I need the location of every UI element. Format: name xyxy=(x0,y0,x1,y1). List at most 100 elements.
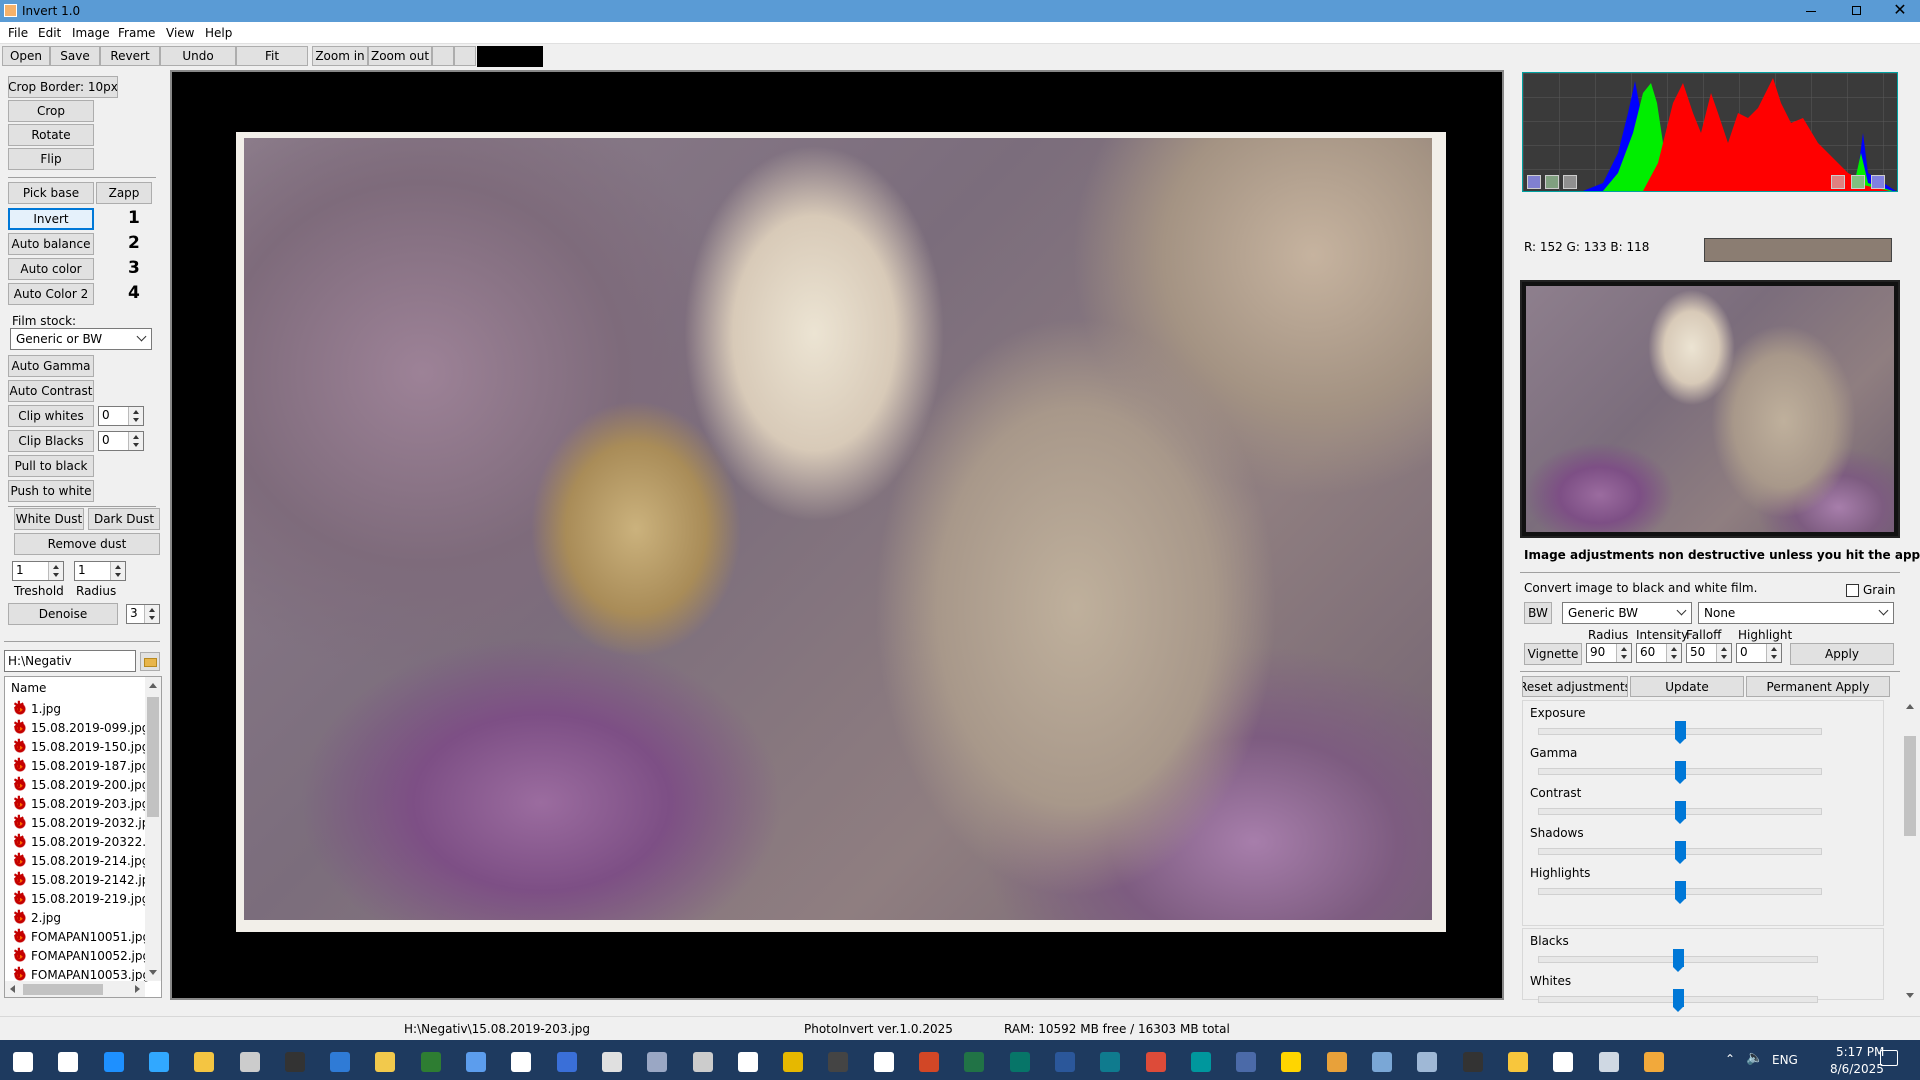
zapp-button[interactable]: Zapp xyxy=(96,182,152,204)
spinner-arrows-icon[interactable] xyxy=(110,562,125,580)
language-indicator[interactable]: ENG xyxy=(1772,1053,1798,1067)
denoise-button[interactable]: Denoise xyxy=(8,603,118,625)
photoshop-icon[interactable] xyxy=(144,1047,174,1077)
app-icon[interactable] xyxy=(1412,1047,1442,1077)
vignette-highlight-spinner[interactable]: 0 xyxy=(1736,643,1782,663)
path-input[interactable]: H:\Negativ xyxy=(4,650,136,672)
publisher-icon[interactable] xyxy=(1005,1047,1035,1077)
task-view-icon[interactable] xyxy=(53,1047,83,1077)
app-icon[interactable] xyxy=(869,1047,899,1077)
app-icon[interactable] xyxy=(1367,1047,1397,1077)
list-item[interactable]: FOMAPAN10052.jpg xyxy=(13,946,150,965)
scroll-right-icon[interactable] xyxy=(135,985,140,993)
list-item[interactable]: 15.08.2019-200.jpg xyxy=(13,775,149,794)
histogram-toggle[interactable] xyxy=(1831,175,1845,189)
excel-icon[interactable] xyxy=(959,1047,989,1077)
db-icon[interactable] xyxy=(1458,1047,1488,1077)
clock-date[interactable]: 8/6/2025 xyxy=(1830,1062,1884,1076)
clip-blacks-spinner[interactable]: 0 xyxy=(98,431,144,451)
app-icon[interactable] xyxy=(778,1047,808,1077)
list-item[interactable]: 15.08.2019-219.jpg xyxy=(13,889,149,908)
scroll-left-icon[interactable] xyxy=(10,985,15,993)
open-button[interactable]: Open xyxy=(2,46,50,66)
crop-button[interactable]: Crop xyxy=(8,100,94,122)
list-item[interactable]: 15.08.2019-099.jpg xyxy=(13,718,149,737)
reset-adjustments-button[interactable]: Reset adjustments xyxy=(1522,676,1628,697)
app-icon[interactable] xyxy=(325,1047,355,1077)
scroll-up-icon[interactable] xyxy=(1906,704,1914,709)
slider-thumb[interactable] xyxy=(1675,761,1686,784)
powershell-icon[interactable] xyxy=(552,1047,582,1077)
scroll-up-icon[interactable] xyxy=(149,683,157,688)
auto-balance-button[interactable]: Auto balance xyxy=(8,233,94,255)
browse-folder-button[interactable] xyxy=(140,652,160,671)
slider-thumb[interactable] xyxy=(1675,881,1686,904)
list-header-name[interactable]: Name xyxy=(11,681,46,695)
clip-whites-button[interactable]: Clip whites xyxy=(8,405,94,427)
scrollbar-thumb[interactable] xyxy=(1904,736,1916,836)
spinner-arrows-icon[interactable] xyxy=(1766,644,1781,662)
close-button[interactable]: ✕ xyxy=(1880,0,1920,22)
list-item[interactable]: 15.08.2019-214.jpg xyxy=(13,851,149,870)
vignette-radius-spinner[interactable]: 90 xyxy=(1586,643,1632,663)
scroll-down-icon[interactable] xyxy=(1906,993,1914,998)
list-item[interactable]: 15.08.2019-187.jpg xyxy=(13,756,149,775)
terminal-icon[interactable] xyxy=(280,1047,310,1077)
app-icon[interactable] xyxy=(370,1047,400,1077)
histogram-toggle[interactable] xyxy=(1563,175,1577,189)
permanent-apply-button[interactable]: Permanent Apply xyxy=(1746,676,1890,697)
folder-icon[interactable] xyxy=(1503,1047,1533,1077)
list-item[interactable]: 15.08.2019-203.jpg xyxy=(13,794,149,813)
film-stock-select[interactable]: Generic or BW xyxy=(10,328,152,350)
spinner-arrows-icon[interactable] xyxy=(1616,644,1631,662)
grain-checkbox[interactable] xyxy=(1846,584,1859,597)
image-canvas[interactable] xyxy=(170,70,1504,1000)
histogram-toggle[interactable] xyxy=(1871,175,1885,189)
restore-button[interactable] xyxy=(1834,0,1880,22)
slider-thumb[interactable] xyxy=(1675,841,1686,864)
fit-button[interactable]: Fit xyxy=(236,46,308,66)
menu-file[interactable]: File xyxy=(8,26,28,40)
chrome-icon[interactable] xyxy=(1141,1047,1171,1077)
pull-to-black-button[interactable]: Pull to black xyxy=(8,455,94,477)
pick-base-button[interactable]: Pick base xyxy=(8,182,94,204)
menu-image[interactable]: Image xyxy=(72,26,110,40)
slider-thumb[interactable] xyxy=(1675,801,1686,824)
rotate-button[interactable]: Rotate xyxy=(8,124,94,146)
dbf-icon[interactable] xyxy=(1231,1047,1261,1077)
toolbar-blank-button[interactable] xyxy=(432,46,454,66)
list-item[interactable]: 15.08.2019-20322.jpg xyxy=(13,832,161,851)
app-icon[interactable] xyxy=(642,1047,672,1077)
spinner-arrows-icon[interactable] xyxy=(1666,644,1681,662)
bw-button[interactable]: BW xyxy=(1524,602,1552,624)
auto-color-2-button[interactable]: Auto Color 2 xyxy=(8,283,94,305)
tray-chevron-icon[interactable]: ⌃ xyxy=(1725,1052,1737,1066)
warning-icon[interactable] xyxy=(1276,1047,1306,1077)
spinner-arrows-icon[interactable] xyxy=(1716,644,1731,662)
vignette-intensity-spinner[interactable]: 60 xyxy=(1636,643,1682,663)
powerpoint-icon[interactable] xyxy=(914,1047,944,1077)
zoom-out-button[interactable]: Zoom out xyxy=(368,46,432,66)
color-swatch[interactable] xyxy=(477,46,543,67)
app-icon[interactable] xyxy=(1322,1047,1352,1077)
undo-button[interactable]: Undo xyxy=(160,46,236,66)
slider-thumb[interactable] xyxy=(1673,949,1684,972)
menu-help[interactable]: Help xyxy=(205,26,232,40)
histogram-toggle[interactable] xyxy=(1545,175,1559,189)
edge-icon[interactable] xyxy=(1095,1047,1125,1077)
update-button[interactable]: Update xyxy=(1630,676,1744,697)
arduino-icon[interactable] xyxy=(1186,1047,1216,1077)
app-icon[interactable] xyxy=(823,1047,853,1077)
menu-edit[interactable]: Edit xyxy=(38,26,61,40)
app-icon[interactable] xyxy=(1548,1047,1578,1077)
white-dust-button[interactable]: White Dust xyxy=(14,508,84,530)
slider-thumb[interactable] xyxy=(1675,721,1686,744)
notification-icon[interactable] xyxy=(1880,1050,1898,1066)
spinner-arrows-icon[interactable] xyxy=(128,407,143,425)
app-icon[interactable] xyxy=(506,1047,536,1077)
zoom-in-button[interactable]: Zoom in xyxy=(312,46,368,66)
filter-select[interactable]: None xyxy=(1698,602,1894,624)
app-icon[interactable] xyxy=(688,1047,718,1077)
app-icon[interactable] xyxy=(461,1047,491,1077)
spinner-arrows-icon[interactable] xyxy=(128,432,143,450)
